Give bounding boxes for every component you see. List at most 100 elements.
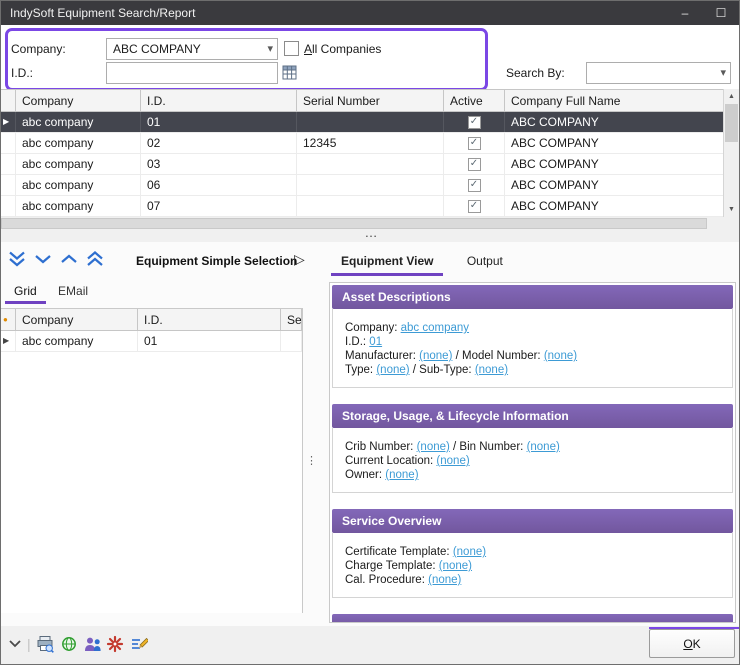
- owner-link[interactable]: (none): [385, 469, 418, 481]
- detail-line: Owner: (none): [345, 468, 724, 482]
- tab-output[interactable]: Output: [457, 248, 513, 276]
- current-location-link[interactable]: (none): [436, 455, 469, 467]
- row-selector-cell: ▶: [1, 112, 16, 132]
- column-header-id[interactable]: I.D.: [138, 309, 281, 330]
- bin-number-link[interactable]: (none): [527, 441, 560, 453]
- scroll-down-icon[interactable]: ▼: [724, 202, 739, 217]
- column-header-serial[interactable]: Se: [281, 309, 302, 330]
- minimize-icon: –: [682, 6, 689, 20]
- print-preview-icon[interactable]: [35, 634, 55, 654]
- column-header-id[interactable]: I.D.: [141, 90, 297, 111]
- column-header-active[interactable]: Active: [444, 90, 505, 111]
- detail-line: Certificate Template: (none): [345, 545, 724, 559]
- cell-active: ✓: [444, 112, 505, 132]
- active-checkbox[interactable]: ✓: [468, 116, 481, 129]
- tab-equipment-view[interactable]: Equipment View: [331, 248, 443, 276]
- selector-column-header: [1, 90, 16, 111]
- certificate-template-link[interactable]: (none): [453, 546, 486, 558]
- table-row[interactable]: ▶ abc company 01: [1, 331, 302, 352]
- company-link[interactable]: abc company: [401, 322, 469, 334]
- move-top-button[interactable]: [83, 248, 107, 270]
- table-row[interactable]: abc company 03 ✓ ABC COMPANY: [1, 154, 725, 175]
- scroll-up-icon[interactable]: ▲: [724, 89, 739, 104]
- table-row[interactable]: abc company 02 12345 ✓ ABC COMPANY: [1, 133, 725, 154]
- cal-procedure-link[interactable]: (none): [428, 574, 461, 586]
- chevron-down-icon[interactable]: ▾: [720, 66, 726, 79]
- all-companies-checkbox[interactable]: [284, 41, 299, 56]
- id-lookup-icon[interactable]: [281, 64, 299, 82]
- asterisk-red-icon[interactable]: [105, 634, 125, 654]
- cell-id: 03: [141, 154, 297, 174]
- run-selection-icon[interactable]: ▷: [294, 251, 305, 268]
- move-up-button[interactable]: [57, 248, 81, 270]
- table-row[interactable]: abc company 07 ✓ ABC COMPANY: [1, 196, 725, 217]
- column-header-company[interactable]: Company: [16, 90, 141, 111]
- search-form: Company: ABC COMPANY ▾ All Companies I.D…: [1, 25, 739, 89]
- detail-line: Type: (none) / Sub-Type: (none): [345, 363, 724, 377]
- chevron-down-icon[interactable]: ▾: [267, 42, 273, 55]
- column-header-full-name[interactable]: Company Full Name: [505, 90, 740, 111]
- cell-active: ✓: [444, 133, 505, 153]
- cell-id: 01: [138, 331, 281, 351]
- company-combobox[interactable]: ABC COMPANY ▾: [106, 38, 278, 60]
- maximize-icon: ☐: [716, 6, 727, 20]
- model-number-link[interactable]: (none): [544, 350, 577, 362]
- tab-email[interactable]: EMail: [49, 280, 97, 304]
- vertical-scrollbar[interactable]: ▲ ▼: [723, 89, 739, 217]
- manufacturer-link[interactable]: (none): [419, 350, 452, 362]
- charge-template-link[interactable]: (none): [439, 560, 472, 572]
- id-link[interactable]: 01: [369, 336, 382, 348]
- section-body: Crib Number: (none) / Bin Number: (none)…: [332, 428, 733, 493]
- cell-id: 02: [141, 133, 297, 153]
- double-chevron-up-icon: [86, 251, 104, 267]
- crib-number-link[interactable]: (none): [417, 441, 450, 453]
- column-header-company[interactable]: Company: [16, 309, 138, 330]
- collapse-panel-button[interactable]: [7, 638, 23, 650]
- move-bottom-button[interactable]: [5, 248, 29, 270]
- detail-line: Crib Number: (none) / Bin Number: (none): [345, 440, 724, 454]
- cell-id: 06: [141, 175, 297, 195]
- cell-company: abc company: [16, 175, 141, 195]
- maximize-button[interactable]: ☐: [703, 1, 739, 25]
- subtype-link[interactable]: (none): [475, 364, 508, 376]
- type-link[interactable]: (none): [376, 364, 409, 376]
- cell-serial: [297, 112, 444, 132]
- active-checkbox[interactable]: ✓: [468, 200, 481, 213]
- all-companies-label: All Companies: [304, 42, 381, 56]
- column-header-serial[interactable]: Serial Number: [297, 90, 444, 111]
- edit-list-icon[interactable]: [129, 634, 149, 654]
- cell-company: abc company: [16, 112, 141, 132]
- globe-icon[interactable]: [59, 634, 79, 654]
- footer-bar: |: [1, 626, 739, 664]
- id-input[interactable]: [106, 62, 278, 84]
- active-checkbox[interactable]: ✓: [468, 137, 481, 150]
- double-chevron-down-icon: [8, 251, 26, 267]
- current-row-marker-icon: ▶: [3, 118, 9, 126]
- ok-button[interactable]: OK: [649, 629, 735, 658]
- active-checkbox[interactable]: ✓: [468, 179, 481, 192]
- users-icon[interactable]: [83, 634, 103, 654]
- search-by-combobox[interactable]: ▾: [586, 62, 731, 84]
- table-row[interactable]: abc company 06 ✓ ABC COMPANY: [1, 175, 725, 196]
- move-down-button[interactable]: [31, 248, 55, 270]
- tab-grid[interactable]: Grid: [5, 280, 46, 304]
- minimize-button[interactable]: –: [667, 1, 703, 25]
- company-combobox-value: ABC COMPANY: [113, 42, 201, 56]
- scrollbar-thumb[interactable]: [1, 218, 707, 229]
- search-by-label: Search By:: [506, 66, 565, 80]
- horizontal-splitter-handle[interactable]: …: [1, 230, 740, 242]
- cell-full-name: ABC COMPANY: [505, 175, 725, 195]
- section-asset-descriptions: Asset Descriptions Company: abc company …: [332, 285, 733, 388]
- active-checkbox[interactable]: ✓: [468, 158, 481, 171]
- section-title: Storage, Usage, & Lifecycle Information: [332, 404, 733, 428]
- titlebar[interactable]: IndySoft Equipment Search/Report – ☐: [1, 1, 739, 25]
- scrollbar-thumb[interactable]: [725, 104, 738, 142]
- selection-grid-header: ● Company I.D. Se: [1, 309, 302, 331]
- id-label: I.D.:: [11, 66, 33, 80]
- section-service-overview: Service Overview Certificate Template: (…: [332, 509, 733, 598]
- section-body: Company: abc company I.D.: 01 Manufactur…: [332, 309, 733, 388]
- row-selector-cell: [1, 196, 16, 216]
- vertical-splitter-handle[interactable]: ⋮: [304, 308, 319, 613]
- table-row[interactable]: ▶ abc company 01 ✓ ABC COMPANY: [1, 112, 725, 133]
- row-selector-cell: [1, 175, 16, 195]
